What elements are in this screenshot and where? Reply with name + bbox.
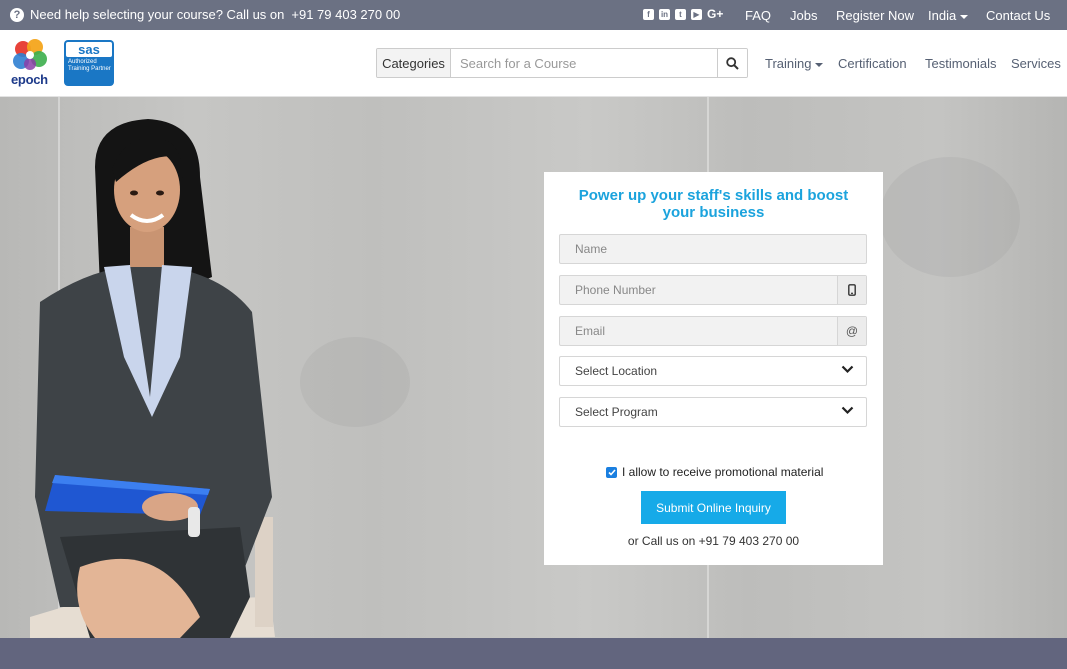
help-text: Need help selecting your course? Call us… <box>30 7 285 22</box>
hero-banner <box>0 97 1067 638</box>
submit-inquiry-button[interactable]: Submit Online Inquiry <box>641 491 786 524</box>
twitter-icon[interactable]: t <box>675 9 686 20</box>
register-now-link[interactable]: Register Now <box>836 8 914 23</box>
nav-training[interactable]: Training <box>765 56 824 71</box>
linkedin-icon[interactable]: in <box>659 9 670 20</box>
youtube-icon[interactable]: ▶ <box>691 9 702 20</box>
footer-bar <box>0 638 1067 669</box>
logo-text: epoch <box>11 72 48 87</box>
header: epoch sas Authorized Training Partner Ca… <box>0 30 1067 97</box>
help-line: ? Need help selecting your course? Call … <box>10 7 400 22</box>
sas-logo: sas <box>66 42 112 57</box>
email-placeholder: Email <box>575 324 606 338</box>
name-placeholder: Name <box>575 242 608 256</box>
nav-testimonials[interactable]: Testimonials <box>925 56 997 71</box>
consent-checkbox[interactable] <box>606 466 617 478</box>
top-bar: ? Need help selecting your course? Call … <box>0 0 1067 30</box>
program-label: Select Program <box>575 405 658 419</box>
name-field[interactable]: Name <box>559 234 867 264</box>
program-select[interactable]: Select Program <box>559 397 867 427</box>
google-plus-icon[interactable]: G+ <box>707 8 723 20</box>
nav-certification[interactable]: Certification <box>838 56 907 71</box>
contact-us-link[interactable]: Contact Us <box>986 8 1050 23</box>
email-field[interactable]: Email @ <box>559 316 867 346</box>
social-links: f in t ▶ G+ <box>643 8 723 20</box>
chevron-down-icon <box>841 365 854 374</box>
chevron-down-icon <box>841 406 854 415</box>
location-select[interactable]: Select Location <box>559 356 867 386</box>
course-search: Categories <box>376 48 748 78</box>
search-icon <box>726 56 739 70</box>
wall-texture <box>880 157 1020 277</box>
businesswoman-photo <box>30 119 275 638</box>
at-sign-icon: @ <box>837 317 866 345</box>
question-icon: ? <box>10 7 24 22</box>
phone-placeholder: Phone Number <box>575 283 656 297</box>
caret-down-icon <box>960 14 969 19</box>
caret-down-icon <box>815 62 824 67</box>
consent-row: I allow to receive promotional material <box>606 465 823 479</box>
help-phone[interactable]: +91 79 403 270 00 <box>291 7 400 22</box>
mobile-icon <box>837 276 866 304</box>
search-button[interactable] <box>717 49 747 77</box>
country-label: India <box>928 8 957 23</box>
categories-button[interactable]: Categories <box>377 49 451 77</box>
sas-sub-label: Authorized Training Partner <box>68 59 111 72</box>
jobs-link[interactable]: Jobs <box>790 8 817 23</box>
faq-link[interactable]: FAQ <box>745 8 771 23</box>
phone-field[interactable]: Phone Number <box>559 275 867 305</box>
location-label: Select Location <box>575 364 658 378</box>
sas-partner-badge: sas Authorized Training Partner <box>64 40 114 86</box>
nav-services[interactable]: Services <box>1011 56 1061 71</box>
consent-label: I allow to receive promotional material <box>622 465 824 479</box>
form-title: Power up your staff's skills and boost y… <box>578 187 849 221</box>
country-dropdown[interactable]: India <box>928 8 969 23</box>
wall-texture <box>300 337 410 427</box>
call-us-text: or Call us on +91 79 403 270 00 <box>627 534 800 548</box>
inquiry-form: Power up your staff's skills and boost y… <box>544 172 883 565</box>
search-input[interactable] <box>451 49 717 77</box>
nav-training-label: Training <box>765 56 812 71</box>
facebook-icon[interactable]: f <box>643 9 654 20</box>
